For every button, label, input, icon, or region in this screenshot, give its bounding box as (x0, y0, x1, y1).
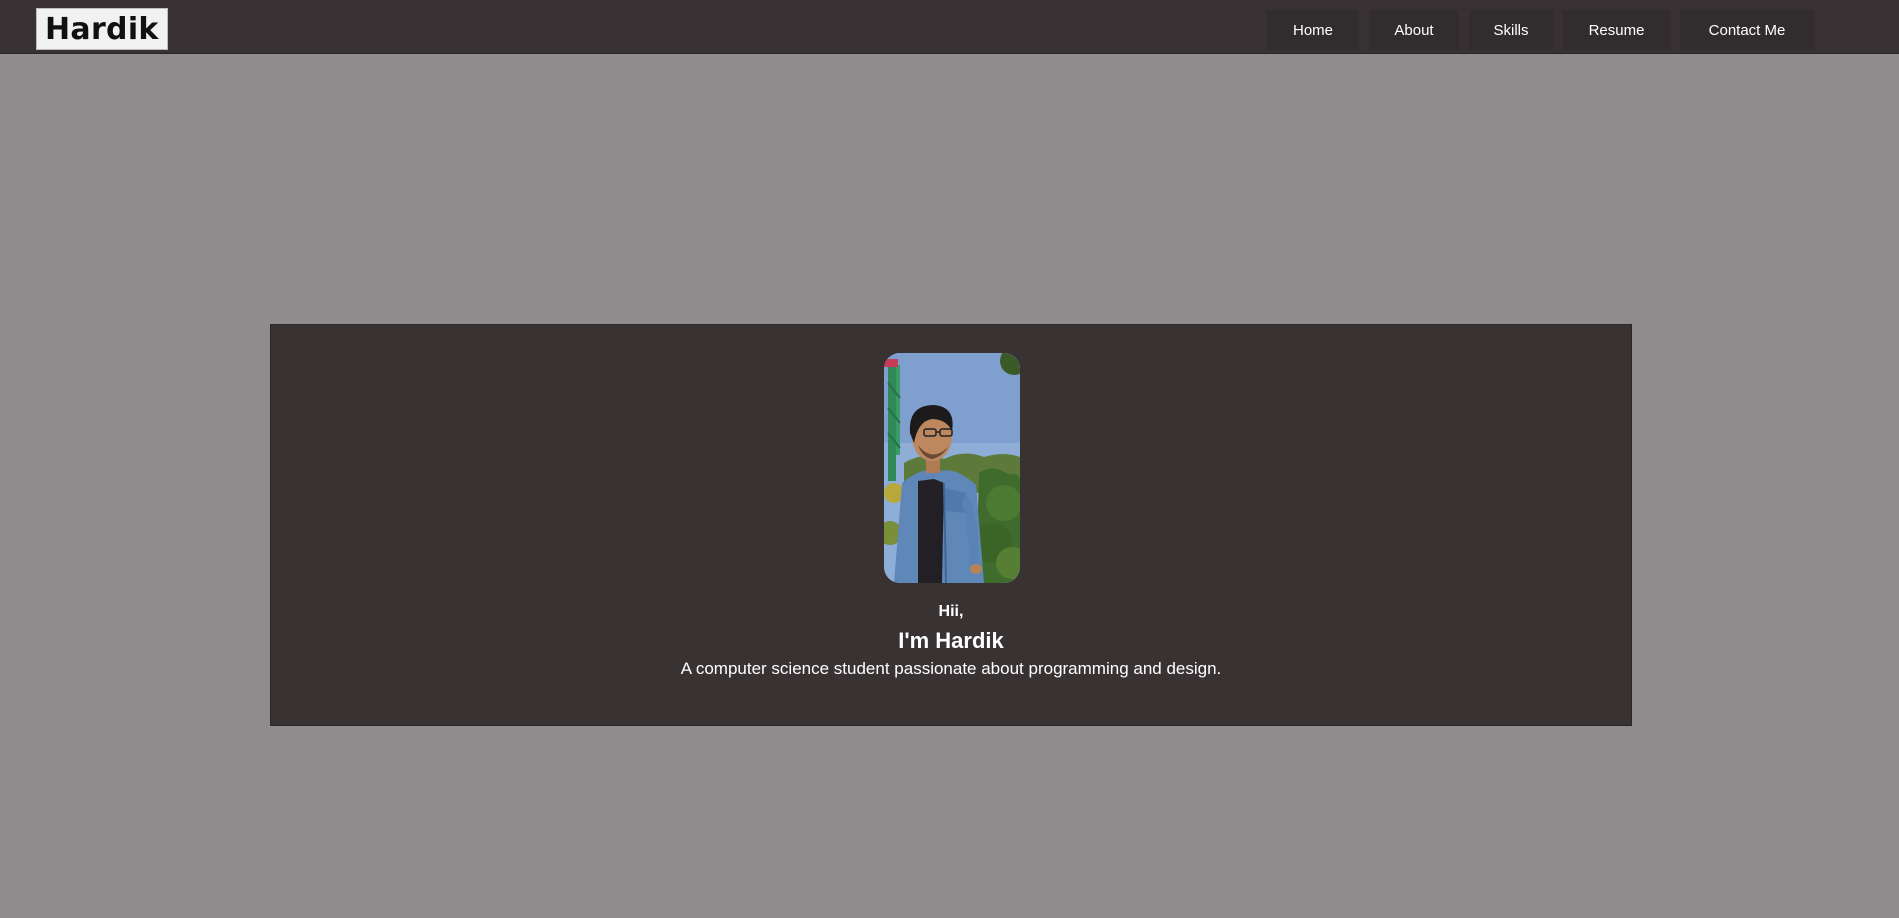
nav-resume-link[interactable]: Resume (1563, 10, 1670, 50)
site-logo[interactable]: Hardik (36, 8, 168, 50)
hero-tagline: A computer science student passionate ab… (680, 659, 1222, 678)
profile-photo (884, 353, 1020, 583)
top-navigation-bar: Hardik Home About Skills Resume Contact … (0, 0, 1899, 54)
nav-skills-link[interactable]: Skills (1469, 10, 1553, 50)
nav-home-link[interactable]: Home (1267, 10, 1359, 50)
hero-name-heading: I'm Hardik (898, 628, 1004, 653)
hero-section: Hii, I'm Hardik A computer science stude… (270, 324, 1632, 726)
main-nav: Home About Skills Resume Contact Me (1257, 10, 1814, 50)
hero-greeting: Hii, (938, 603, 964, 620)
nav-about-link[interactable]: About (1369, 10, 1459, 50)
nav-contact-link[interactable]: Contact Me (1680, 10, 1814, 50)
